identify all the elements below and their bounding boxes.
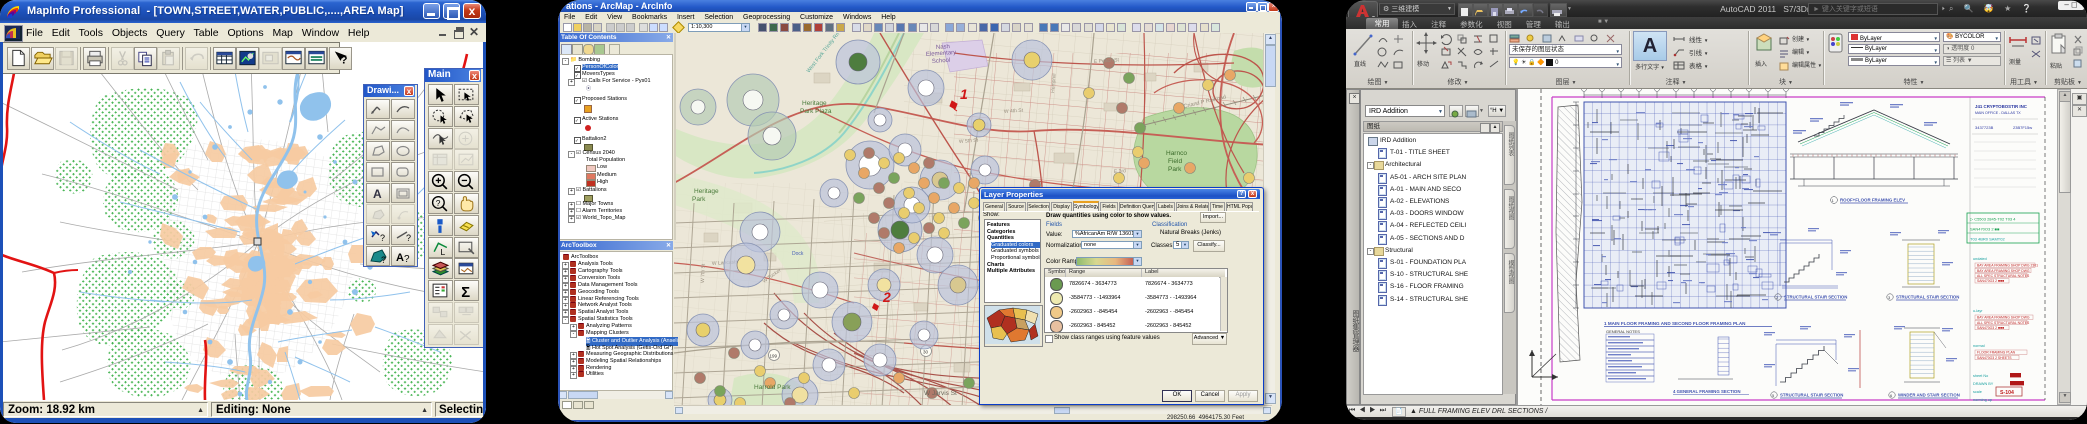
svg-text:SAN470O3 2 ■■■: SAN470O3 2 ■■■ xyxy=(1977,279,2004,283)
svg-text:Heritage: Heritage xyxy=(802,100,827,107)
svg-text:Field: Field xyxy=(1168,158,1182,165)
svg-text:Heritage: Heritage xyxy=(694,188,719,195)
svg-text:STRUCTURAL STAIR SECTION: STRUCTURAL STAIR SECTION xyxy=(1784,295,1847,300)
svg-text:ALL SPEC STRUCTURAL NOTES: ALL SPEC STRUCTURAL NOTES xyxy=(1977,274,2030,278)
svg-text:1 MAIN FLOOR FRAMING AND SECO: 1 MAIN FLOOR FRAMING AND SECOND FLOOR FR… xyxy=(1604,321,1746,326)
svg-text:W Jarvis St: W Jarvis St xyxy=(924,390,957,397)
svg-text:MAIN OFFICE - DALLAS TX: MAIN OFFICE - DALLAS TX xyxy=(1975,111,2021,115)
svg-text:3437723B: 3437723B xyxy=(1975,125,1994,130)
svg-text:SAN470O3 2 ■■: SAN470O3 2 ■■ xyxy=(1970,227,2000,232)
svg-text:School: School xyxy=(932,58,951,65)
svg-text:?: ? xyxy=(380,233,385,243)
svg-text:J41 CRYPTOBOSTIR INC: J41 CRYPTOBOSTIR INC xyxy=(1975,104,2028,109)
svg-text:Dock: Dock xyxy=(792,251,804,257)
svg-text:30: 30 xyxy=(923,350,929,355)
svg-text:BAY AREA FRAMING SHOP DWG 2301: BAY AREA FRAMING SHOP DWG 2301 xyxy=(1977,264,2038,268)
svg-text:?: ? xyxy=(436,198,441,208)
svg-text:23B7F15w: 23B7F15w xyxy=(2013,125,2032,130)
svg-text:sheet No: sheet No xyxy=(1973,374,1988,378)
svg-text:STRUCTURAL STAIR SECTION: STRUCTURAL STAIR SECTION xyxy=(1896,295,1959,300)
svg-text:DRAWN BY: DRAWN BY xyxy=(1973,382,1994,386)
svg-text:scale: scale xyxy=(1973,390,1982,394)
svg-text:L: L xyxy=(441,246,446,256)
svg-text:Harnco: Harnco xyxy=(1166,150,1187,157)
svg-text:?: ? xyxy=(406,233,411,243)
svg-text:4 GENERAL FRAMING SECTION: 4 GENERAL FRAMING SECTION xyxy=(1673,389,1741,394)
svg-text:1: 1 xyxy=(960,86,968,102)
svg-text:?: ? xyxy=(381,255,386,265)
svg-text:?: ? xyxy=(341,55,348,67)
svg-text:ROOF+FLOOR FRAMING ELEV: ROOF+FLOOR FRAMING ELEV xyxy=(1840,198,1905,203)
svg-text:undated: undated xyxy=(1973,257,1987,261)
svg-text:SAN470O3 2 SHEETS: SAN470O3 2 SHEETS xyxy=(1977,356,2012,360)
svg-text:ALL SPEC STRUCTURAL NOTES: ALL SPEC STRUCTURAL NOTES xyxy=(1977,321,2030,325)
svg-text:T03 4BR0 SAMT02: T03 4BR0 SAMT02 xyxy=(1970,237,2005,242)
svg-text:normal: normal xyxy=(1973,344,1985,348)
svg-text:Park: Park xyxy=(692,196,706,203)
svg-text:SAN470O3 2 ■■■: SAN470O3 2 ■■■ xyxy=(1977,326,2004,330)
svg-text:A: A xyxy=(373,187,382,201)
svg-text:199: 199 xyxy=(770,354,778,359)
svg-text:▷ C5503 2845-T02 T03 4: ▷ C5503 2845-T02 T03 4 xyxy=(1970,217,2016,222)
svg-text:Σ: Σ xyxy=(461,285,470,300)
svg-text:2: 2 xyxy=(882,289,891,305)
svg-text:E 3rd: E 3rd xyxy=(1114,168,1127,175)
svg-text:STRUCTURAL STAIR SECTION: STRUCTURAL STAIR SECTION xyxy=(1780,393,1843,398)
svg-text:norming up: norming up xyxy=(1973,398,1992,402)
svg-text:GENERAL NOTES: GENERAL NOTES xyxy=(1606,329,1640,334)
svg-text:BAY AREA FRAMING SHOP DWG: BAY AREA FRAMING SHOP DWG xyxy=(1977,269,2030,273)
svg-text:u-layr: u-layr xyxy=(1973,309,1983,313)
svg-text:Park: Park xyxy=(1168,166,1182,173)
svg-text:FLOOR FRAMING PLAN: FLOOR FRAMING PLAN xyxy=(1977,351,2016,355)
svg-text:WINDER AND STAIR SECTION: WINDER AND STAIR SECTION xyxy=(1898,393,1960,398)
svg-text:A: A xyxy=(396,252,404,264)
svg-text:S-104: S-104 xyxy=(2000,390,2014,396)
svg-text:W 7th St: W 7th St xyxy=(700,263,707,283)
svg-text:?: ? xyxy=(404,254,410,265)
svg-text:BAY AREA FRAMING SHOP DWG: BAY AREA FRAMING SHOP DWG xyxy=(1977,316,2030,320)
svg-text:Harrold Park: Harrold Park xyxy=(754,384,791,391)
svg-text:Park Plaza: Park Plaza xyxy=(800,108,832,115)
